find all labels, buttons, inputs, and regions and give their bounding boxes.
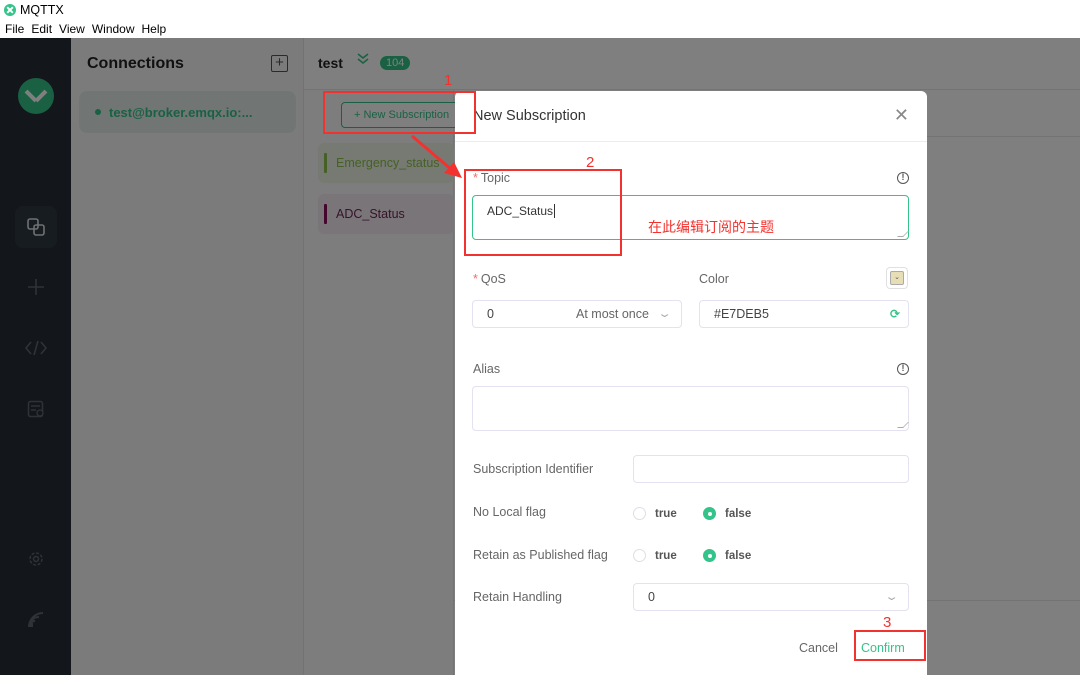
color-value: #E7DEB5 xyxy=(714,307,769,321)
retain-handling-select[interactable]: 0 ⌄ xyxy=(633,583,909,611)
no-local-flag-label: No Local flag xyxy=(473,505,546,519)
annotation-box-step-1 xyxy=(323,91,476,134)
retain-handling-label: Retain Handling xyxy=(473,590,562,604)
menu-edit[interactable]: Edit xyxy=(31,22,52,36)
dialog-header: New Subscription ✕ xyxy=(455,91,927,142)
window-title: MQTTX xyxy=(20,3,64,17)
annotation-step-2: 2 xyxy=(586,154,595,171)
title-bar: MQTTX xyxy=(0,0,1080,20)
chevron-down-icon: ⌄ xyxy=(657,308,672,320)
annotation-box-step-2 xyxy=(464,169,622,256)
resize-handle[interactable] xyxy=(897,231,909,237)
color-label: Color xyxy=(699,272,729,286)
annotation-step-3: 3 xyxy=(883,614,892,631)
color-picker-button[interactable]: ⌄ xyxy=(886,267,908,289)
chevron-down-icon: ⌄ xyxy=(884,591,899,603)
alias-input[interactable] xyxy=(472,386,909,431)
cancel-button[interactable]: Cancel xyxy=(799,641,838,655)
refresh-color-icon[interactable]: ⟳ xyxy=(890,307,900,321)
annotation-box-step-3 xyxy=(854,630,926,661)
chevron-down-icon: ⌄ xyxy=(890,271,904,285)
topic-info-icon[interactable]: ! xyxy=(897,172,909,184)
retain-as-published-label: Retain as Published flag xyxy=(473,548,608,562)
dialog-title: New Subscription xyxy=(473,108,586,124)
retain-as-published-false-radio[interactable]: false xyxy=(703,549,751,562)
qos-label: * QoS xyxy=(473,272,506,286)
menu-window[interactable]: Window xyxy=(92,22,135,36)
annotation-step-1: 1 xyxy=(444,72,453,89)
qos-select[interactable]: 0 At most once ⌄ xyxy=(472,300,682,328)
menu-file[interactable]: File xyxy=(5,22,24,36)
retain-as-published-true-radio[interactable]: true xyxy=(633,549,677,562)
subscription-identifier-input[interactable] xyxy=(633,455,909,483)
retain-handling-value: 0 xyxy=(648,590,655,604)
annotation-topic-hint: 在此编辑订阅的主题 xyxy=(648,219,774,235)
color-input[interactable]: #E7DEB5 ⟳ xyxy=(699,300,909,328)
alias-info-icon[interactable]: ! xyxy=(897,363,909,375)
resize-handle[interactable] xyxy=(897,422,909,428)
mqttx-app-icon xyxy=(4,4,16,16)
menu-help[interactable]: Help xyxy=(142,22,167,36)
close-icon[interactable]: ✕ xyxy=(894,105,909,126)
no-local-true-radio[interactable]: true xyxy=(633,507,677,520)
qos-description: At most once xyxy=(576,307,649,321)
menu-view[interactable]: View xyxy=(59,22,85,36)
subscription-identifier-label: Subscription Identifier xyxy=(473,462,594,476)
menu-bar: File Edit View Window Help xyxy=(0,20,1080,38)
qos-value: 0 xyxy=(487,307,494,321)
no-local-false-radio[interactable]: false xyxy=(703,507,751,520)
alias-label: Alias xyxy=(473,362,501,376)
